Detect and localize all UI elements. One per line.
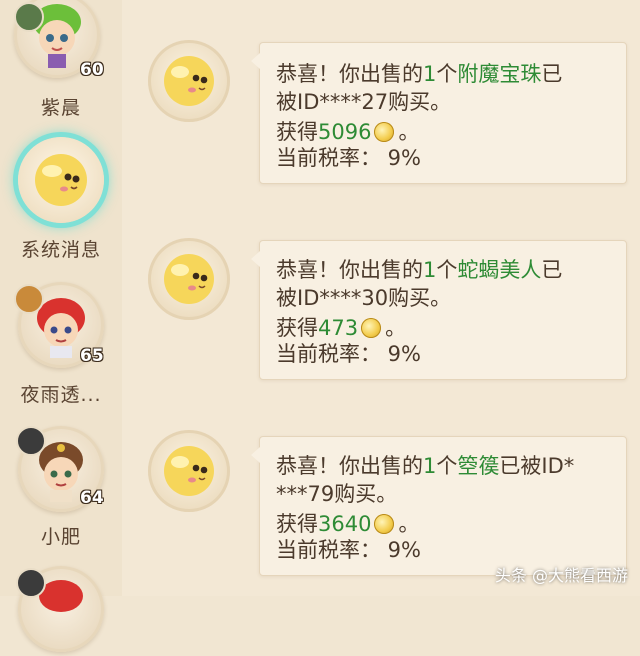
- message-text: 。: [398, 512, 420, 536]
- sword-badge-icon: [14, 284, 44, 314]
- contact-level: 60: [80, 60, 104, 80]
- gain-label: 获得: [276, 316, 318, 340]
- message-text: 。: [398, 120, 420, 144]
- contact-level: 65: [80, 346, 104, 366]
- message-text: 恭喜！你出售的: [276, 258, 423, 282]
- contact-portrait-active: [18, 137, 104, 223]
- item-quantity: 1: [423, 62, 437, 86]
- tax-line: 当前税率： 9%: [276, 342, 421, 366]
- contact-name: 系统消息: [20, 239, 101, 261]
- message-line-1: 恭喜！你出售的1个箜篌已被ID*: [276, 453, 574, 479]
- gain-value: 473: [318, 316, 359, 340]
- system-mascot-icon: [164, 254, 214, 304]
- message-bubble: 恭喜！你出售的1个附魔宝珠已 被ID****27购买。 获得5096 。 当前税率…: [251, 42, 627, 184]
- coin-icon: [374, 122, 395, 142]
- tax-line: 当前税率： 9%: [276, 146, 421, 170]
- message-text: 个: [436, 62, 458, 86]
- item-name: 蛇蝎美人: [457, 258, 542, 282]
- message-line-1: 恭喜！你出售的1个蛇蝎美人已: [276, 257, 562, 283]
- message-text: 恭喜！你出售的: [276, 62, 423, 86]
- coin-icon: [374, 514, 395, 534]
- item-quantity: 1: [423, 454, 437, 478]
- message-text: 已: [541, 258, 563, 282]
- bubble-tail: [251, 53, 260, 69]
- coin-icon: [361, 318, 382, 338]
- bubble-tail: [251, 251, 260, 267]
- message-text: 恭喜！你出售的: [276, 454, 423, 478]
- system-mascot-icon: [164, 56, 214, 106]
- system-mascot-icon: [35, 154, 87, 206]
- message-line-1: 恭喜！你出售的1个附魔宝珠已: [276, 61, 562, 87]
- message-text: 个: [436, 258, 458, 282]
- message-bubble: 恭喜！你出售的1个箜篌已被ID* ***79购买。 获得3640 。 当前税率： …: [251, 436, 627, 576]
- gain-value: 3640: [318, 512, 372, 536]
- message-line-2: 被ID****27购买。: [276, 90, 452, 114]
- book-badge-icon: [16, 426, 46, 456]
- item-name: 附魔宝珠: [457, 62, 542, 86]
- gain-line: 获得5096 。: [276, 119, 419, 145]
- gain-line: 获得3640 。: [276, 511, 419, 537]
- contact-name: 小肥: [40, 526, 81, 548]
- message-line-2: ***79购买。: [276, 482, 398, 506]
- message-bubble: 恭喜！你出售的1个蛇蝎美人已 被ID****30购买。 获得473 。 当前税率：…: [251, 240, 627, 380]
- system-mascot-icon: [164, 446, 214, 496]
- book-badge-icon: [16, 568, 46, 598]
- message-text: 。: [385, 316, 407, 340]
- contact-sidebar: 60 紫晨 系统消息 65 夜雨透... 64 小肥: [0, 0, 122, 652]
- gain-label: 获得: [276, 120, 318, 144]
- gain-line: 获得473 。: [276, 315, 406, 341]
- bubble-tail: [251, 447, 260, 463]
- lotus-badge-icon: [14, 2, 44, 32]
- contact-level: 64: [80, 488, 104, 508]
- system-avatar: [148, 238, 230, 320]
- item-name: 箜篌: [457, 454, 500, 478]
- message-text: 已被ID*: [499, 454, 575, 478]
- message-text: 已: [541, 62, 563, 86]
- system-avatar: [148, 40, 230, 122]
- gain-value: 5096: [318, 120, 372, 144]
- contact-name: 紫晨: [40, 97, 81, 119]
- contact-name: 夜雨透...: [20, 384, 102, 406]
- item-quantity: 1: [423, 258, 437, 282]
- message-line-2: 被ID****30购买。: [276, 286, 452, 310]
- watermark: 头条 @大熊看西游: [494, 566, 628, 585]
- tax-line: 当前税率： 9%: [276, 538, 421, 562]
- gain-label: 获得: [276, 512, 318, 536]
- system-avatar: [148, 430, 230, 512]
- message-text: 个: [436, 454, 458, 478]
